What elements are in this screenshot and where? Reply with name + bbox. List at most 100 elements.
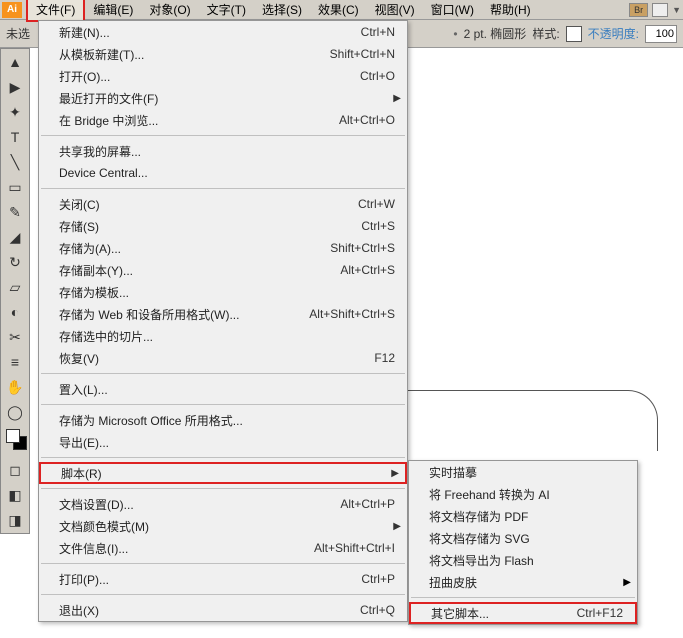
- file-menu-item[interactable]: 存储为 Web 和设备所用格式(W)...Alt+Shift+Ctrl+S: [39, 303, 407, 325]
- tool-3[interactable]: T: [2, 125, 28, 149]
- menu-item-label: 从模板新建(T)...: [59, 46, 330, 63]
- file-menu-item[interactable]: 存储(S)Ctrl+S: [39, 215, 407, 237]
- menu-item-label: 存储为 Web 和设备所用格式(W)...: [59, 306, 309, 323]
- opacity-label[interactable]: 不透明度:: [588, 25, 639, 42]
- menu-item-label: 将文档存储为 SVG: [429, 530, 625, 547]
- menu-shortcut: Shift+Ctrl+S: [330, 241, 395, 255]
- menu-帮助[interactable]: 帮助(H): [482, 0, 539, 20]
- file-menu-item[interactable]: 恢复(V)F12: [39, 347, 407, 369]
- file-menu-item[interactable]: 共享我的屏幕...: [39, 140, 407, 162]
- file-menu-item[interactable]: 存储为(A)...Shift+Ctrl+S: [39, 237, 407, 259]
- arrange-dropdown-arrow[interactable]: ▼: [672, 5, 681, 15]
- menu-shortcut: Ctrl+O: [360, 69, 395, 83]
- tool-13[interactable]: ✋: [2, 375, 28, 399]
- scripts-menu-item[interactable]: 将文档导出为 Flash: [409, 549, 637, 571]
- tool-1[interactable]: ▶: [2, 75, 28, 99]
- scripts-menu-item[interactable]: 实时描摹: [409, 461, 637, 483]
- file-menu-item[interactable]: 存储为模板...: [39, 281, 407, 303]
- file-menu-item[interactable]: 在 Bridge 中浏览...Alt+Ctrl+O: [39, 109, 407, 131]
- scripts-menu-item[interactable]: 将 Freehand 转换为 AI: [409, 483, 637, 505]
- color-picker-tool[interactable]: [2, 425, 28, 457]
- tool-6[interactable]: ✎: [2, 200, 28, 224]
- tool-12[interactable]: ≡: [2, 350, 28, 374]
- menu-separator: [41, 563, 405, 564]
- file-menu-item[interactable]: 存储为 Microsoft Office 所用格式...: [39, 409, 407, 431]
- opacity-input[interactable]: [645, 25, 677, 43]
- tool-10[interactable]: ◐: [2, 300, 28, 324]
- scripts-menu-item[interactable]: 将文档存储为 PDF: [409, 505, 637, 527]
- menu-item-label: 其它脚本...: [431, 605, 577, 622]
- file-menu-item[interactable]: 从模板新建(T)...Shift+Ctrl+N: [39, 43, 407, 65]
- tool-7[interactable]: ◢: [2, 225, 28, 249]
- menu-item-label: 退出(X): [59, 602, 360, 619]
- arrange-icon[interactable]: [652, 3, 668, 17]
- app-icon: Ai: [2, 2, 22, 18]
- menu-item-label: 存储副本(Y)...: [59, 262, 340, 279]
- style-label: 样式:: [532, 25, 559, 42]
- scripts-menu-item[interactable]: 其它脚本...Ctrl+F12: [409, 602, 637, 624]
- tool-11[interactable]: ✂: [2, 325, 28, 349]
- menu-item-label: 存储为 Microsoft Office 所用格式...: [59, 412, 395, 429]
- menu-shortcut: Alt+Ctrl+P: [340, 497, 395, 511]
- scripts-menu-item[interactable]: 将文档存储为 SVG: [409, 527, 637, 549]
- tool-0[interactable]: ▲: [2, 50, 28, 74]
- file-menu-item[interactable]: 存储选中的切片...: [39, 325, 407, 347]
- tool-8[interactable]: ↻: [2, 250, 28, 274]
- foreground-swatch[interactable]: [6, 429, 20, 443]
- menu-item-label: 在 Bridge 中浏览...: [59, 112, 339, 129]
- menu-item-label: 存储(S): [59, 218, 361, 235]
- menu-窗口[interactable]: 窗口(W): [423, 0, 482, 20]
- menu-shortcut: Ctrl+P: [361, 572, 395, 586]
- file-menu-item[interactable]: 脚本(R)▶: [39, 462, 407, 484]
- tool-9[interactable]: ▱: [2, 275, 28, 299]
- tool-5[interactable]: ▭: [2, 175, 28, 199]
- menu-文字[interactable]: 文字(T): [199, 0, 254, 20]
- menu-item-label: Device Central...: [59, 166, 395, 180]
- file-menu-item[interactable]: 文件信息(I)...Alt+Shift+Ctrl+I: [39, 537, 407, 559]
- screen-mode-0[interactable]: ◻: [2, 458, 28, 482]
- menu-效果[interactable]: 效果(C): [310, 0, 367, 20]
- menu-编辑[interactable]: 编辑(E): [85, 0, 141, 20]
- menu-shortcut: Alt+Shift+Ctrl+I: [314, 541, 395, 555]
- canvas-artwork: [408, 390, 628, 455]
- file-menu-item[interactable]: 打开(O)...Ctrl+O: [39, 65, 407, 87]
- style-swatch[interactable]: [566, 26, 582, 42]
- file-menu-item[interactable]: 置入(L)...: [39, 378, 407, 400]
- menu-separator: [41, 373, 405, 374]
- menu-文件[interactable]: 文件(F): [26, 0, 85, 22]
- menu-shortcut: Ctrl+S: [361, 219, 395, 233]
- menu-item-label: 新建(N)...: [59, 24, 361, 41]
- menu-item-label: 文档设置(D)...: [59, 496, 340, 513]
- menu-shortcut: F12: [374, 351, 395, 365]
- menu-shortcut: Alt+Ctrl+O: [339, 113, 395, 127]
- file-menu-item[interactable]: 最近打开的文件(F)▶: [39, 87, 407, 109]
- menu-对象[interactable]: 对象(O): [141, 0, 198, 20]
- screen-mode-2[interactable]: ◨: [2, 508, 28, 532]
- file-menu-item[interactable]: 打印(P)...Ctrl+P: [39, 568, 407, 590]
- file-menu-item[interactable]: 存储副本(Y)...Alt+Ctrl+S: [39, 259, 407, 281]
- menu-item-label: 将 Freehand 转换为 AI: [429, 486, 625, 503]
- file-menu-item[interactable]: 新建(N)...Ctrl+N: [39, 21, 407, 43]
- menu-item-label: 恢复(V): [59, 350, 374, 367]
- tool-2[interactable]: ✦: [2, 100, 28, 124]
- file-menu-item[interactable]: 退出(X)Ctrl+Q: [39, 599, 407, 621]
- submenu-arrow-icon: ▶: [623, 577, 631, 588]
- scripts-menu-item[interactable]: 扭曲皮肤▶: [409, 571, 637, 593]
- file-menu-item[interactable]: 关闭(C)Ctrl+W: [39, 193, 407, 215]
- file-menu-item[interactable]: 导出(E)...: [39, 431, 407, 453]
- menu-item-label: 文档颜色模式(M): [59, 518, 395, 535]
- menu-选择[interactable]: 选择(S): [254, 0, 310, 20]
- bridge-badge[interactable]: Br: [629, 3, 648, 17]
- menu-item-label: 共享我的屏幕...: [59, 143, 395, 160]
- stroke-preset[interactable]: 2 pt. 椭圆形: [464, 25, 527, 42]
- file-menu-item[interactable]: 文档颜色模式(M)▶: [39, 515, 407, 537]
- menu-item-label: 存储为模板...: [59, 284, 395, 301]
- file-menu-item[interactable]: 文档设置(D)...Alt+Ctrl+P: [39, 493, 407, 515]
- menu-视图[interactable]: 视图(V): [367, 0, 423, 20]
- screen-mode-1[interactable]: ◧: [2, 483, 28, 507]
- tool-4[interactable]: ╲: [2, 150, 28, 174]
- menu-item-label: 最近打开的文件(F): [59, 90, 395, 107]
- menu-shortcut: Alt+Shift+Ctrl+S: [309, 307, 395, 321]
- file-menu-item[interactable]: Device Central...: [39, 162, 407, 184]
- tool-14[interactable]: ◯: [2, 400, 28, 424]
